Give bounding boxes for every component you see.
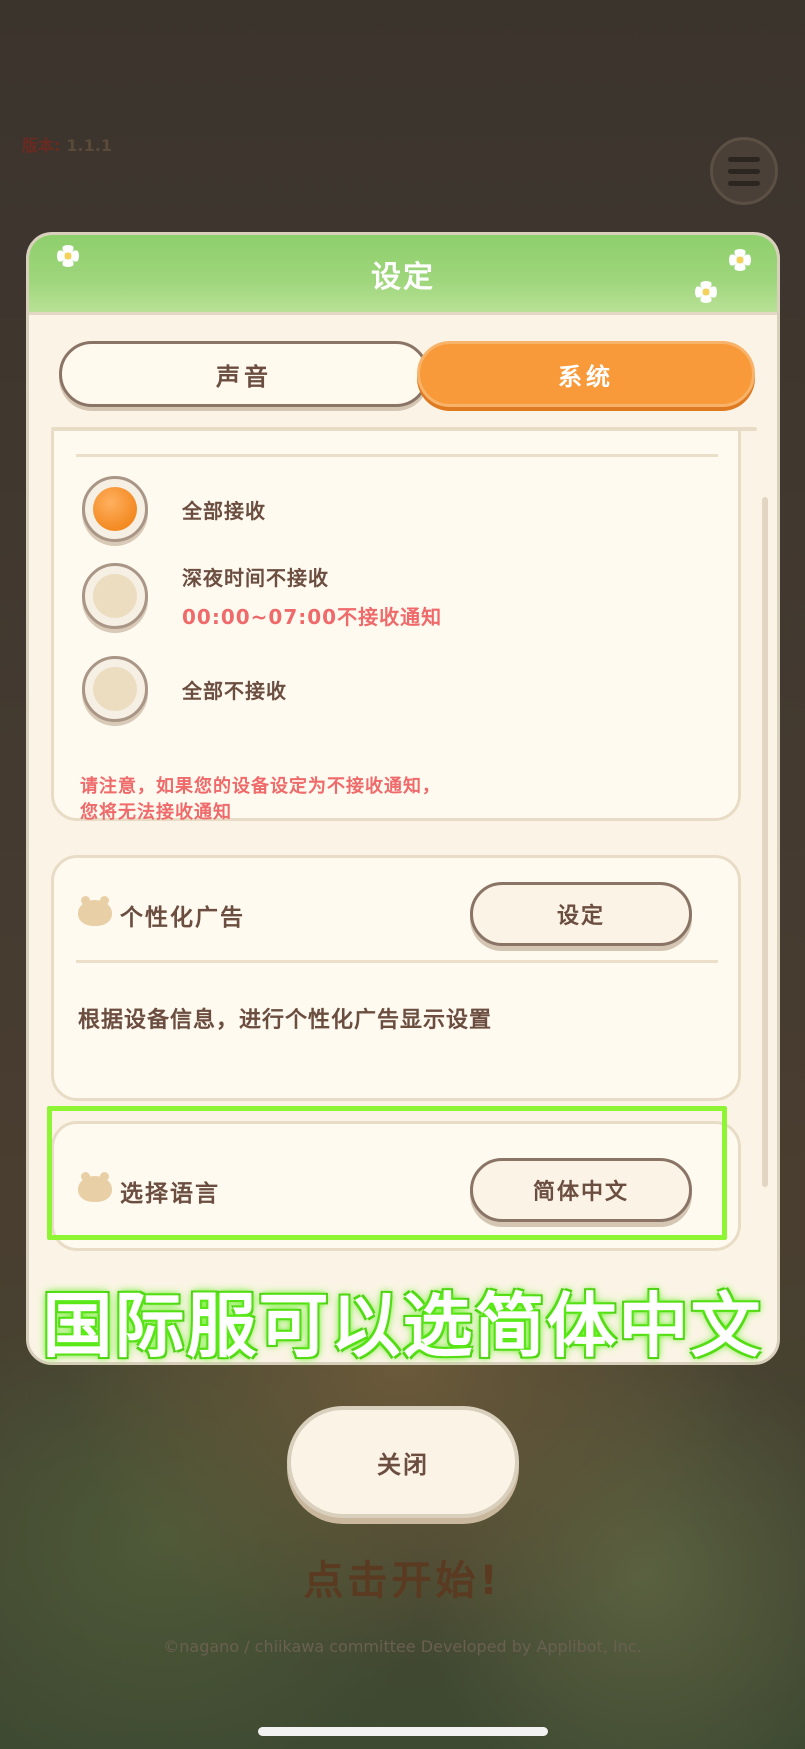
menu-icon-bar xyxy=(728,168,760,174)
tap-to-start-text: 点击开始! xyxy=(303,1558,502,1604)
close-button[interactable]: 关闭 xyxy=(287,1406,519,1518)
ads-settings-button[interactable]: 设定 xyxy=(470,882,692,946)
radio-option-none[interactable]: 全部不接收 xyxy=(82,656,287,722)
radio-option-night[interactable]: 深夜时间不接收 00:00~07:00不接收通知 xyxy=(82,562,442,630)
scrollbar[interactable] xyxy=(762,497,768,1187)
modal-header: 设定 xyxy=(29,235,777,315)
menu-icon-bar xyxy=(728,180,760,186)
ads-title: 个性化广告 xyxy=(120,905,245,931)
tab-sound[interactable]: 声音 xyxy=(59,341,429,407)
notification-warning: 请注意，如果您的设备设定为不接收通知， 您将无法接收通知 xyxy=(80,776,441,823)
radio-button[interactable] xyxy=(82,656,148,722)
flower-icon xyxy=(57,245,79,267)
radio-label: 全部接收 xyxy=(182,498,266,523)
copyright-text: ©nagano / chiikawa committee Developed b… xyxy=(163,1637,642,1656)
highlight-box xyxy=(47,1106,727,1240)
radio-label: 全部不接收 xyxy=(182,678,287,703)
radio-option-all[interactable]: 全部接收 xyxy=(82,476,266,542)
radio-label: 深夜时间不接收 xyxy=(182,566,329,590)
notification-card: 全部接收 深夜时间不接收 00:00~07:00不接收通知 全部不接收 请注意，… xyxy=(51,431,741,823)
tab-system[interactable]: 系统 xyxy=(417,341,755,407)
overlay-caption: 国际服可以选简体中文 xyxy=(42,1285,763,1367)
home-indicator[interactable] xyxy=(258,1727,548,1736)
radio-sublabel: 00:00~07:00不接收通知 xyxy=(182,605,443,629)
paw-icon xyxy=(78,896,112,926)
flower-icon xyxy=(695,281,717,303)
divider xyxy=(76,454,718,457)
settings-tabs: 声音 系统 xyxy=(59,341,755,411)
divider xyxy=(76,960,718,963)
flower-icon xyxy=(729,249,751,271)
radio-button[interactable] xyxy=(82,563,148,629)
menu-icon xyxy=(728,156,760,162)
modal-title: 设定 xyxy=(371,259,435,295)
personalized-ads-card: 个性化广告 设定 根据设备信息，进行个性化广告显示设置 xyxy=(51,855,741,1101)
radio-button-selected[interactable] xyxy=(82,476,148,542)
version-label: 版本: 1.1.1 xyxy=(22,136,112,155)
ads-description: 根据设备信息，进行个性化广告显示设置 xyxy=(78,1008,493,1033)
menu-button[interactable] xyxy=(710,137,778,205)
